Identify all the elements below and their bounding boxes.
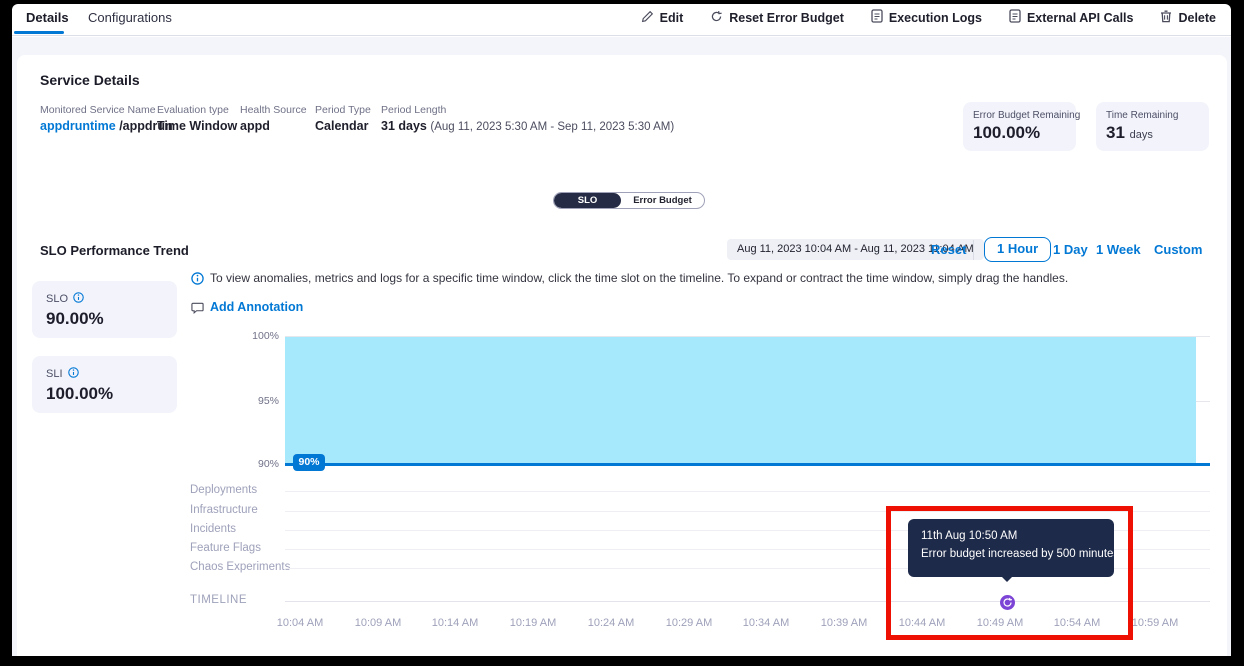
lane-label-infrastructure: Infrastructure bbox=[190, 504, 258, 516]
range-1-hour-button[interactable]: 1 Hour bbox=[984, 237, 1051, 262]
lane-label-chaos-experiments: Chaos Experiments bbox=[190, 561, 290, 573]
x-axis-tick: 10:24 AM bbox=[576, 617, 646, 629]
x-axis-tick: 10:34 AM bbox=[731, 617, 801, 629]
slo-target-badge: 90% bbox=[293, 454, 325, 471]
highlight-annotation-box bbox=[886, 506, 1133, 640]
reset-link[interactable]: Reset bbox=[931, 242, 966, 257]
delete-button[interactable]: Delete bbox=[1160, 10, 1216, 26]
field-monitored-service: Monitored Service Name appdruntime /appd… bbox=[40, 104, 173, 133]
view-toggle: SLO Error Budget bbox=[553, 192, 705, 209]
reset-error-budget-label: Reset Error Budget bbox=[729, 11, 844, 25]
info-icon[interactable] bbox=[68, 367, 79, 381]
y-axis-tick: 100% bbox=[229, 330, 279, 342]
external-api-calls-label: External API Calls bbox=[1027, 11, 1134, 25]
range-1-day-button[interactable]: 1 Day bbox=[1053, 242, 1088, 257]
toggle-slo[interactable]: SLO bbox=[554, 193, 621, 208]
info-icon[interactable] bbox=[73, 292, 84, 306]
period-length-value: 31 days bbox=[381, 119, 427, 133]
lane-line bbox=[285, 491, 1210, 492]
service-details-title: Service Details bbox=[40, 72, 140, 88]
app-window: Details Configurations Edit Reset Error … bbox=[0, 0, 1244, 666]
add-annotation-link[interactable]: Add Annotation bbox=[210, 300, 303, 314]
sli-label: SLI bbox=[46, 368, 63, 380]
active-tab-underline bbox=[14, 31, 64, 34]
execution-logs-label: Execution Logs bbox=[889, 11, 982, 25]
field-period-length: Period Length 31 days (Aug 11, 2023 5:30… bbox=[381, 104, 674, 133]
delete-button-label: Delete bbox=[1178, 11, 1216, 25]
sli-area-series[interactable] bbox=[285, 337, 1196, 463]
trend-title: SLO Performance Trend bbox=[40, 243, 189, 258]
field-label: Health Source bbox=[240, 104, 307, 116]
reset-icon bbox=[710, 10, 723, 26]
field-value: Calendar bbox=[315, 119, 371, 133]
slo-value: 90.00% bbox=[46, 309, 163, 329]
x-axis-tick: 10:14 AM bbox=[420, 617, 490, 629]
trash-icon bbox=[1160, 10, 1172, 26]
time-remaining-card: Time Remaining 31 days bbox=[1096, 102, 1209, 151]
header-divider bbox=[12, 35, 1231, 36]
lane-label-feature-flags: Feature Flags bbox=[190, 542, 261, 554]
reset-error-budget-button[interactable]: Reset Error Budget bbox=[710, 10, 844, 26]
timeline-help-text: To view anomalies, metrics and logs for … bbox=[210, 271, 1068, 285]
field-period-type: Period Type Calendar bbox=[315, 104, 371, 133]
field-label: Period Type bbox=[315, 104, 371, 116]
info-icon bbox=[191, 272, 204, 290]
range-custom-button[interactable]: Custom bbox=[1154, 242, 1202, 257]
period-length-range: (Aug 11, 2023 5:30 AM - Sep 11, 2023 5:3… bbox=[430, 121, 674, 133]
slo-target-line bbox=[285, 463, 1210, 466]
slo-label: SLO bbox=[46, 293, 68, 305]
stat-label: Time Remaining bbox=[1106, 110, 1199, 121]
edit-button[interactable]: Edit bbox=[641, 10, 684, 26]
x-axis-tick: 10:09 AM bbox=[343, 617, 413, 629]
pencil-icon bbox=[641, 10, 654, 26]
execution-logs-button[interactable]: Execution Logs bbox=[871, 9, 982, 26]
external-api-calls-button[interactable]: External API Calls bbox=[1009, 9, 1134, 26]
document-icon bbox=[1009, 9, 1021, 26]
toggle-error-budget[interactable]: Error Budget bbox=[621, 193, 704, 208]
field-evaluation-type: Evaluation type Time Window bbox=[157, 104, 237, 133]
annotation-bubble-icon bbox=[191, 301, 204, 319]
y-axis-tick: 90% bbox=[229, 458, 279, 470]
x-axis-tick: 10:04 AM bbox=[265, 617, 335, 629]
tab-details[interactable]: Details bbox=[26, 10, 69, 25]
lane-label-incidents: Incidents bbox=[190, 523, 236, 535]
range-divider bbox=[973, 240, 974, 260]
field-value: Time Window bbox=[157, 119, 237, 133]
stat-label: Error Budget Remaining bbox=[973, 110, 1066, 121]
field-label: Evaluation type bbox=[157, 104, 237, 116]
field-label: Period Length bbox=[381, 104, 674, 116]
slo-card: SLO 90.00% bbox=[32, 281, 177, 338]
document-icon bbox=[871, 9, 883, 26]
tab-configurations[interactable]: Configurations bbox=[88, 10, 172, 25]
stat-unit: days bbox=[1130, 129, 1153, 141]
sli-value: 100.00% bbox=[46, 384, 163, 404]
edit-button-label: Edit bbox=[660, 11, 684, 25]
field-value: appd bbox=[240, 119, 307, 133]
sli-card: SLI 100.00% bbox=[32, 356, 177, 413]
lane-label-deployments: Deployments bbox=[190, 484, 257, 496]
x-axis-tick: 10:19 AM bbox=[498, 617, 568, 629]
y-axis-tick: 95% bbox=[229, 395, 279, 407]
timeline-label: TIMELINE bbox=[190, 594, 247, 606]
range-1-week-button[interactable]: 1 Week bbox=[1096, 242, 1141, 257]
field-label: Monitored Service Name bbox=[40, 104, 173, 116]
field-health-source: Health Source appd bbox=[240, 104, 307, 133]
monitored-service-link[interactable]: appdruntime bbox=[40, 119, 116, 133]
x-axis-tick: 10:39 AM bbox=[809, 617, 879, 629]
error-budget-remaining-card: Error Budget Remaining 100.00% bbox=[963, 102, 1076, 151]
x-axis-tick: 10:29 AM bbox=[654, 617, 724, 629]
header-actions: Edit Reset Error Budget Execution Logs E… bbox=[641, 9, 1216, 26]
stat-value: 31 bbox=[1106, 123, 1125, 142]
stat-value: 100.00% bbox=[973, 123, 1066, 143]
